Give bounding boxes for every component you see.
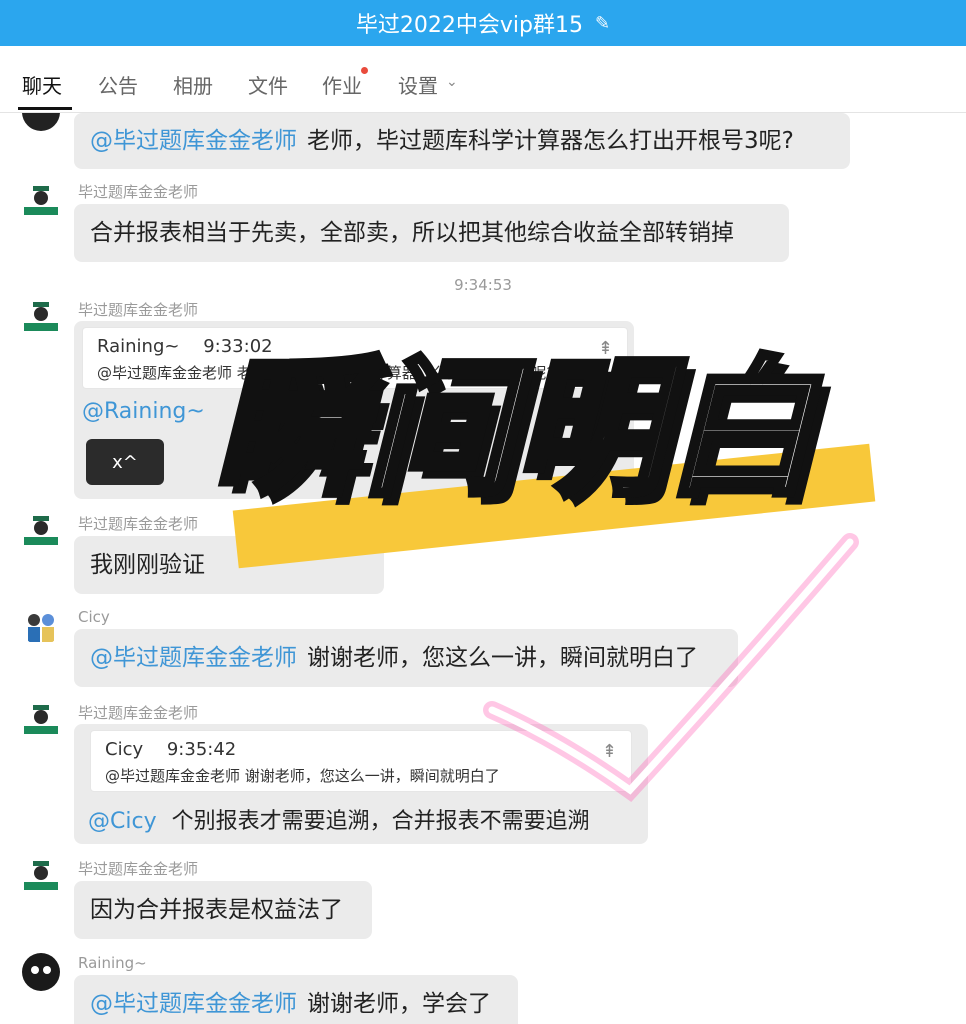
tab-bar: 聊天 公告 相册 文件 作业 设置	[0, 46, 966, 113]
message-bubble[interactable]: @毕过题库金金老师 老师，毕过题库科学计算器怎么打出开根号3呢?	[74, 113, 850, 169]
tab-files[interactable]: 文件	[248, 70, 288, 99]
tab-album[interactable]: 相册	[173, 70, 213, 99]
notification-dot	[361, 67, 368, 74]
quote-text: @毕过题库金金老师 谢谢老师，您这么一讲，瞬间就明白了	[105, 767, 500, 785]
mention-link[interactable]: @Raining~	[82, 399, 205, 424]
mention-link[interactable]: @毕过题库金金老师	[90, 127, 297, 156]
title-bar: 毕过2022中会vip群15 ✎	[0, 0, 966, 46]
checkmark-icon	[483, 533, 859, 802]
quote-user: Raining~	[97, 336, 180, 357]
avatar[interactable]	[22, 702, 60, 740]
mention-link[interactable]: @Cicy	[88, 809, 157, 834]
edit-pencil-icon[interactable]: ✎	[595, 13, 610, 34]
avatar[interactable]	[22, 513, 60, 551]
calc-key-button[interactable]: x^	[86, 439, 164, 485]
timestamp: 9:34:53	[454, 276, 512, 294]
message-text: 个别报表才需要追溯，合并报表不需要追溯	[171, 809, 590, 834]
sender-name: 毕过题库金金老师	[78, 301, 199, 319]
message-text: 因为合并报表是权益法了	[90, 896, 343, 923]
sender-name: Raining~	[78, 954, 147, 972]
mention-link[interactable]: @毕过题库金金老师	[90, 644, 297, 673]
chevron-down-icon[interactable]: ⌄	[446, 74, 458, 90]
quote-text: @毕过题库金金老师 老师，毕过题库科学计算器怎么打出开根号3呢?	[97, 364, 555, 382]
message-bubble[interactable]: @毕过题库金金老师 谢谢老师，学会了	[74, 975, 518, 1024]
avatar[interactable]	[22, 858, 60, 896]
tab-settings[interactable]: 设置	[398, 70, 438, 99]
avatar[interactable]	[22, 183, 60, 221]
avatar[interactable]	[22, 299, 60, 337]
sender-name: 毕过题库金金老师	[78, 704, 199, 722]
sender-name: 毕过题库金金老师	[78, 860, 199, 878]
quote-time: 9:33:02	[203, 336, 273, 357]
tab-chat[interactable]: 聊天	[22, 70, 62, 99]
message-bubble[interactable]: 合并报表相当于先卖，全部卖，所以把其他综合收益全部转销掉	[74, 204, 789, 262]
active-tab-indicator	[18, 107, 72, 110]
sender-name: 毕过题库金金老师	[78, 515, 199, 533]
tab-announcement[interactable]: 公告	[98, 70, 138, 99]
tab-homework[interactable]: 作业	[322, 70, 362, 99]
avatar[interactable]	[22, 953, 60, 991]
message-text: 谢谢老师，学会了	[307, 990, 491, 1017]
message-bubble[interactable]: 我刚刚验证	[74, 536, 384, 594]
sender-name: Cicy	[78, 608, 110, 626]
message-bubble[interactable]: 因为合并报表是权益法了	[74, 881, 372, 939]
message-text: 老师，毕过题库科学计算器怎么打出开根号3呢?	[307, 127, 794, 154]
pin-top-icon[interactable]: ⇞	[598, 338, 613, 359]
message-text: 我刚刚验证	[90, 551, 205, 578]
quote-user: Cicy	[105, 739, 144, 760]
group-title: 毕过2022中会vip群15	[355, 13, 583, 38]
sender-name: 毕过题库金金老师	[78, 183, 199, 201]
avatar[interactable]	[22, 113, 60, 131]
mention-link[interactable]: @毕过题库金金老师	[90, 990, 297, 1019]
avatar[interactable]	[22, 608, 60, 646]
message-text: 合并报表相当于先卖，全部卖，所以把其他综合收益全部转销掉	[90, 219, 734, 246]
quoted-message[interactable]: Raining~ 9:33:02 @毕过题库金金老师 老师，毕过题库科学计算器怎…	[82, 327, 628, 389]
quote-time: 9:35:42	[166, 739, 237, 760]
